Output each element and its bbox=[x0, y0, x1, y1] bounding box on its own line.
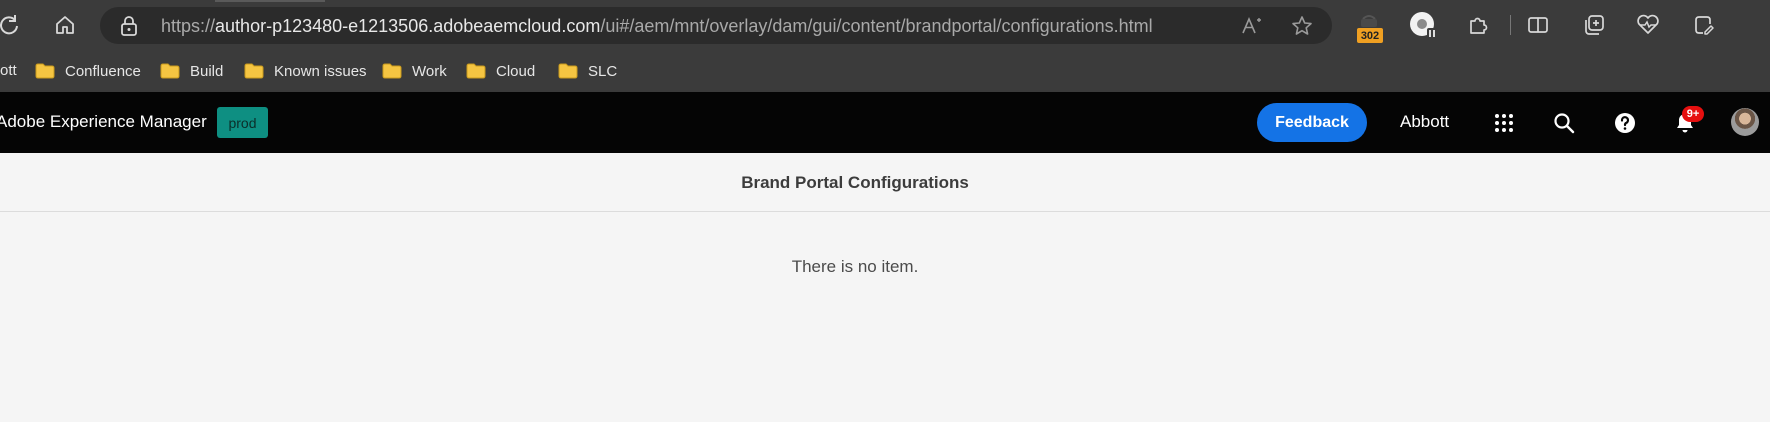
page-title-bar: Brand Portal Configurations bbox=[0, 153, 1770, 212]
address-bar[interactable]: https://author-p123480-e1213506.adobeaem… bbox=[100, 7, 1332, 44]
copilot-icon[interactable] bbox=[1689, 11, 1717, 39]
folder-icon bbox=[558, 63, 578, 79]
collections-icon[interactable] bbox=[1580, 11, 1608, 39]
bookmark-confluence[interactable]: Confluence bbox=[35, 60, 141, 82]
folder-icon bbox=[35, 63, 55, 79]
bookmark-label: Known issues bbox=[274, 62, 367, 80]
url-path: /ui#/aem/mnt/overlay/dam/gui/content/bra… bbox=[600, 16, 1153, 36]
browser-toolbar: https://author-p123480-e1213506.adobeaem… bbox=[0, 0, 1770, 50]
folder-icon bbox=[160, 63, 180, 79]
content-area: There is no item. bbox=[0, 213, 1770, 422]
bookmark-slc[interactable]: SLC bbox=[558, 60, 617, 82]
aem-header: Adobe Experience Manager prod Feedback A… bbox=[0, 92, 1770, 153]
bookmark-label: Build bbox=[190, 62, 224, 80]
bookmark-known-issues[interactable]: Known issues bbox=[244, 60, 367, 82]
bookmarks-bar: ott Confluence Build Known issues Work C… bbox=[0, 50, 1770, 92]
folder-icon bbox=[244, 63, 264, 79]
solutions-grid-icon[interactable] bbox=[1490, 109, 1518, 137]
bookmark-truncated[interactable]: ott bbox=[0, 60, 17, 82]
bookmark-label: Cloud bbox=[496, 62, 536, 80]
url-host: author-p123480-e1213506.adobeaemcloud.co… bbox=[215, 16, 601, 36]
url-scheme: https:// bbox=[161, 16, 216, 36]
url-text[interactable]: https://author-p123480-e1213506.adobeaem… bbox=[161, 16, 1153, 37]
bookmark-build[interactable]: Build bbox=[160, 60, 223, 82]
bookmark-cloud[interactable]: Cloud bbox=[466, 60, 535, 82]
health-icon[interactable] bbox=[1634, 11, 1662, 39]
active-tab-edge bbox=[215, 0, 325, 2]
refresh-icon[interactable] bbox=[0, 10, 24, 40]
bookmark-label: Work bbox=[412, 62, 447, 80]
puzzle-icon[interactable] bbox=[1464, 11, 1492, 39]
read-aloud-icon[interactable] bbox=[1240, 14, 1264, 38]
page-title: Brand Portal Configurations bbox=[741, 173, 969, 192]
home-icon[interactable] bbox=[50, 10, 80, 40]
notification-count-badge: 9+ bbox=[1682, 106, 1704, 122]
bookmark-label: Confluence bbox=[65, 62, 141, 80]
search-icon[interactable] bbox=[1550, 109, 1578, 137]
split-screen-icon[interactable] bbox=[1524, 11, 1552, 39]
toolbar-separator bbox=[1510, 15, 1511, 35]
environment-badge: prod bbox=[217, 107, 268, 138]
help-icon[interactable] bbox=[1611, 109, 1639, 137]
bookmark-work[interactable]: Work bbox=[382, 60, 447, 82]
bookmark-label: SLC bbox=[588, 62, 618, 80]
folder-icon bbox=[466, 63, 486, 79]
folder-icon bbox=[382, 63, 402, 79]
lock-icon[interactable] bbox=[120, 16, 138, 41]
media-extension-icon[interactable] bbox=[1409, 11, 1437, 39]
extension-badge: 302 bbox=[1357, 28, 1383, 43]
organization-switcher[interactable]: Abbott bbox=[1400, 112, 1449, 132]
brand-title[interactable]: Adobe Experience Manager bbox=[0, 112, 207, 132]
empty-state-message: There is no item. bbox=[791, 257, 919, 276]
favorite-star-icon[interactable] bbox=[1290, 14, 1314, 38]
user-avatar[interactable] bbox=[1731, 108, 1759, 136]
feedback-button[interactable]: Feedback bbox=[1257, 103, 1367, 142]
